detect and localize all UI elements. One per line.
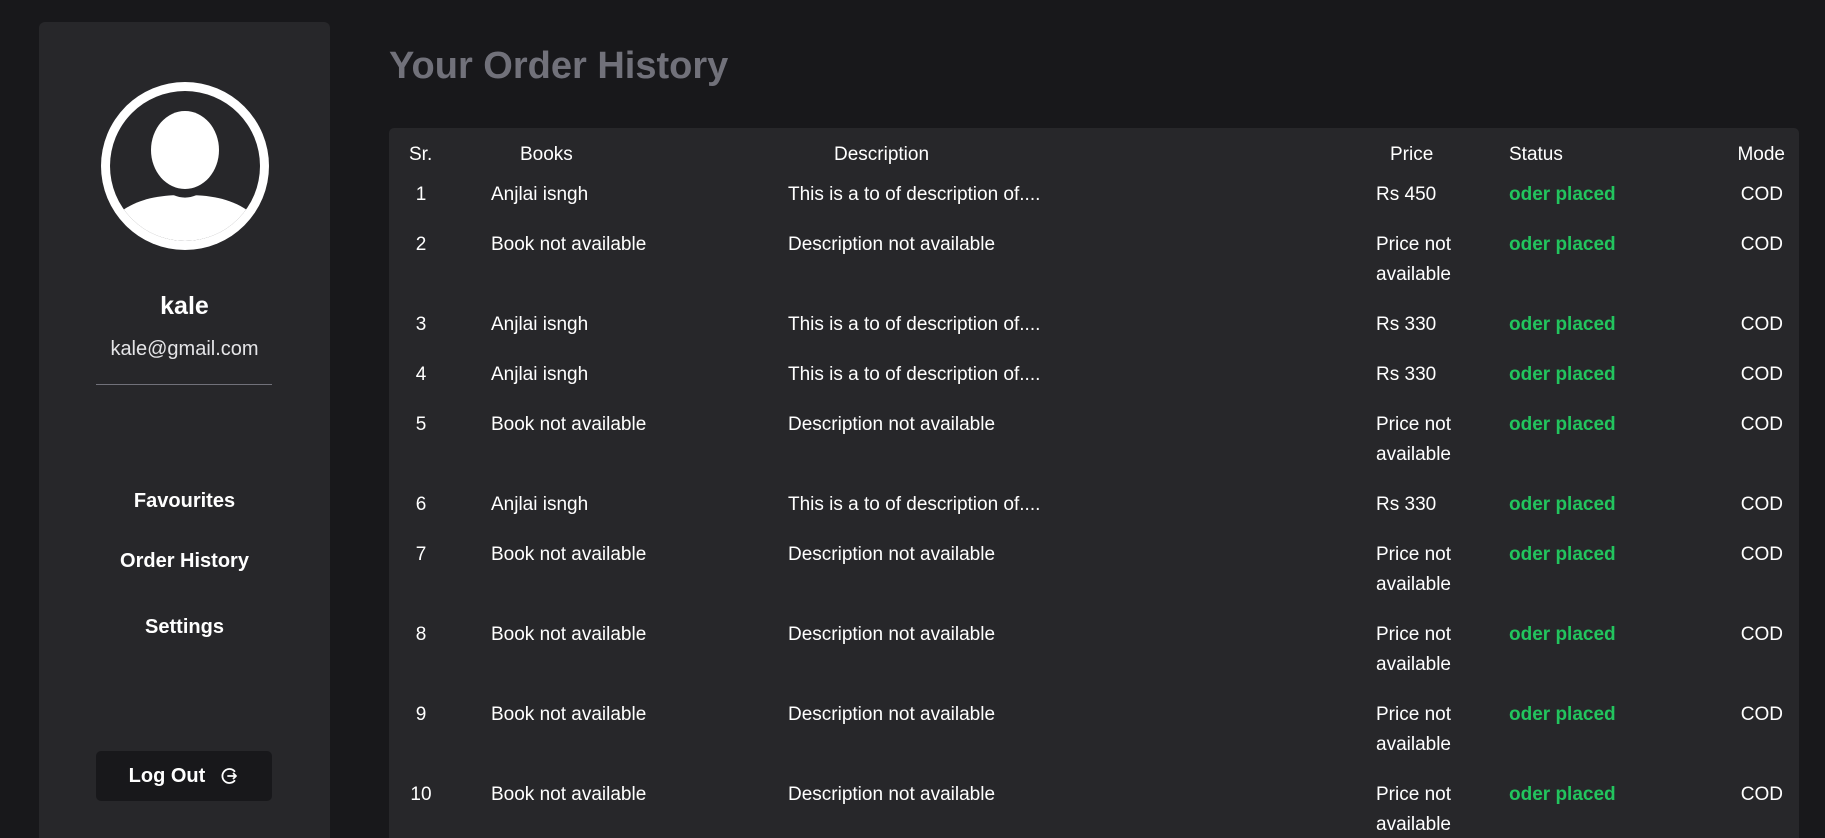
row-description: Description not available xyxy=(788,234,996,255)
row-mode: COD xyxy=(1740,414,1783,435)
row-price: Price not available xyxy=(1376,234,1451,285)
row-price: Price not available xyxy=(1376,414,1451,465)
row-sr: 6 xyxy=(415,494,427,515)
row-sr: 8 xyxy=(415,624,427,645)
user-email: kale@gmail.com xyxy=(110,338,259,360)
row-status: oder placed xyxy=(1509,544,1616,565)
row-book: Anjlai isngh xyxy=(491,364,589,385)
row-price: Rs 330 xyxy=(1376,494,1437,515)
col-header-description: Description xyxy=(834,144,930,165)
row-description: This is a to of description of.... xyxy=(788,364,1041,385)
row-status: oder placed xyxy=(1509,414,1616,435)
row-book: Book not available xyxy=(491,704,647,725)
row-description: Description not available xyxy=(788,784,996,805)
row-sr: 2 xyxy=(415,234,427,255)
row-price: Price not available xyxy=(1376,624,1451,675)
row-book: Book not available xyxy=(491,234,647,255)
row-sr: 5 xyxy=(415,414,427,435)
row-book: Anjlai isngh xyxy=(491,314,589,335)
col-header-status: Status xyxy=(1509,144,1563,165)
col-header-price: Price xyxy=(1390,144,1434,165)
row-mode: COD xyxy=(1740,704,1783,725)
logout-icon xyxy=(221,768,238,784)
col-header-sr: Sr. xyxy=(409,144,433,165)
row-price: Price not available xyxy=(1376,544,1451,595)
row-description: This is a to of description of.... xyxy=(788,494,1041,515)
row-mode: COD xyxy=(1740,234,1783,255)
row-sr: 9 xyxy=(415,704,427,725)
username: kale xyxy=(160,292,209,320)
row-price: Rs 330 xyxy=(1376,314,1437,335)
row-price: Rs 450 xyxy=(1376,184,1437,205)
row-status: oder placed xyxy=(1509,784,1616,805)
logout-button[interactable]: Log Out xyxy=(96,751,272,801)
row-sr: 10 xyxy=(410,784,432,805)
row-description: Description not available xyxy=(788,544,996,565)
row-description: Description not available xyxy=(788,414,996,435)
row-status: oder placed xyxy=(1509,364,1616,385)
row-description: Description not available xyxy=(788,704,996,725)
row-book: Book not available xyxy=(491,414,647,435)
row-mode: COD xyxy=(1740,784,1783,805)
nav-order-history[interactable]: Order History xyxy=(39,550,330,573)
row-mode: COD xyxy=(1740,494,1783,515)
row-price: Price not available xyxy=(1376,784,1451,835)
row-status: oder placed xyxy=(1509,184,1616,205)
page-title: Your Order History xyxy=(389,45,729,87)
row-book: Book not available xyxy=(491,784,647,805)
row-book: Book not available xyxy=(491,544,647,565)
user-avatar-icon xyxy=(101,82,269,250)
row-status: oder placed xyxy=(1509,704,1616,725)
row-book: Anjlai isngh xyxy=(491,494,589,515)
row-sr: 7 xyxy=(415,544,427,565)
logout-label: Log Out xyxy=(128,764,206,787)
row-description: Description not available xyxy=(788,624,996,645)
row-book: Anjlai isngh xyxy=(491,184,589,205)
row-sr: 4 xyxy=(415,364,427,385)
order-history-table: Sr. Books Description Price Status Mode … xyxy=(389,128,1799,838)
row-mode: COD xyxy=(1740,364,1783,385)
col-header-mode: Mode xyxy=(1737,144,1785,165)
row-status: oder placed xyxy=(1509,624,1616,645)
profile-sidebar: kale kale@gmail.com Favourites Order His… xyxy=(39,22,330,838)
row-mode: COD xyxy=(1740,314,1783,335)
row-price: Rs 330 xyxy=(1376,364,1437,385)
row-description: This is a to of description of.... xyxy=(788,184,1041,205)
row-mode: COD xyxy=(1740,184,1783,205)
row-sr: 1 xyxy=(415,184,427,205)
row-mode: COD xyxy=(1740,624,1783,645)
row-description: This is a to of description of.... xyxy=(788,314,1041,335)
divider xyxy=(96,384,272,385)
col-header-books: Books xyxy=(520,144,573,165)
row-status: oder placed xyxy=(1509,494,1616,515)
row-book: Book not available xyxy=(491,624,647,645)
nav-favourites[interactable]: Favourites xyxy=(39,490,330,513)
row-sr: 3 xyxy=(415,314,427,335)
row-price: Price not available xyxy=(1376,704,1451,755)
row-mode: COD xyxy=(1740,544,1783,565)
row-status: oder placed xyxy=(1509,314,1616,335)
nav-settings[interactable]: Settings xyxy=(39,616,330,639)
row-status: oder placed xyxy=(1509,234,1616,255)
